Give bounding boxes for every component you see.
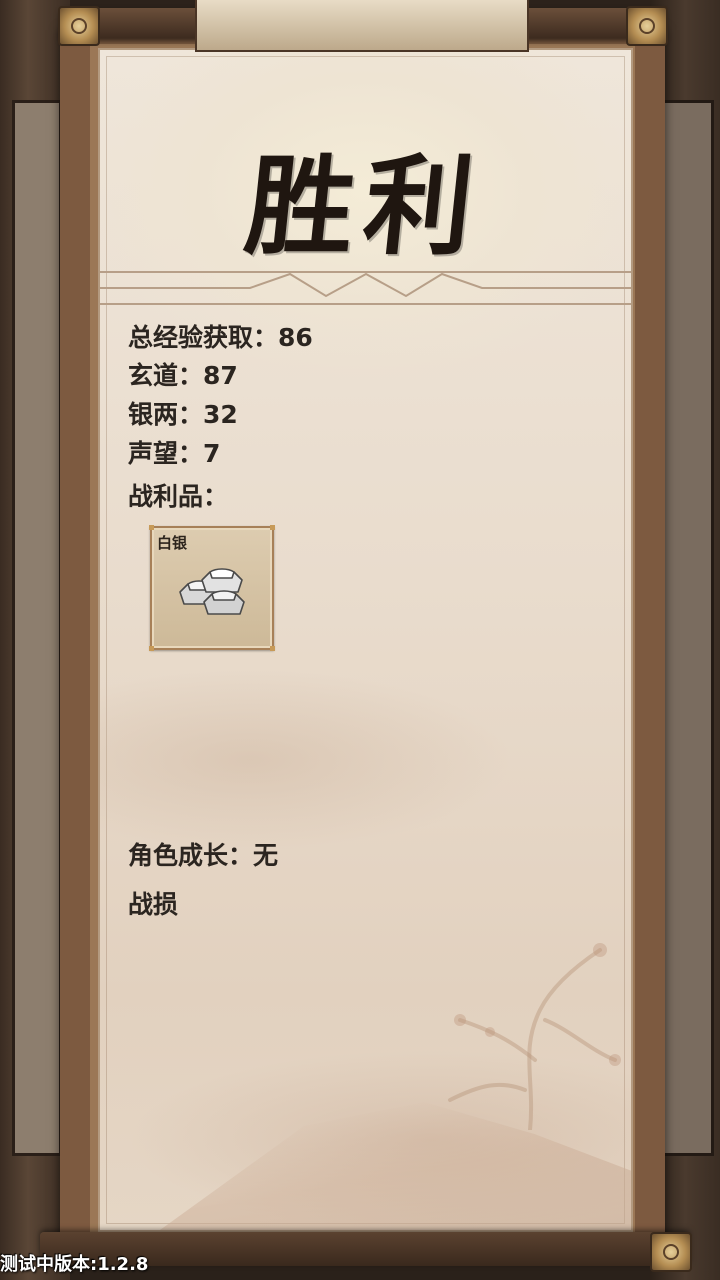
title-divider bbox=[100, 271, 631, 305]
xuandao-text: 玄道：87 bbox=[128, 361, 238, 390]
loot-label: 战利品： bbox=[128, 482, 229, 511]
battle-losses-text: 战损 bbox=[128, 890, 179, 919]
scroll-knob-top-left bbox=[58, 6, 100, 46]
character-growth-text: 角色成长：无 bbox=[128, 841, 279, 870]
version-label: 测试中版本:1.2.8 bbox=[0, 1254, 149, 1275]
battle-result-screen: 胜利 总经验获取：86 玄道：87 银两：32 声望：7 战利品： 白银 角色成… bbox=[0, 0, 720, 1280]
silver-ingots-icon bbox=[179, 568, 245, 615]
total-exp-text: 总经验获取：86 bbox=[128, 323, 313, 352]
result-scroll-paper[interactable]: 胜利 总经验获取：86 玄道：87 银两：32 声望：7 战利品： 白银 角色成… bbox=[98, 48, 633, 1232]
loot-item-name: 白银 bbox=[157, 534, 188, 552]
silver-text: 银两：32 bbox=[128, 400, 238, 429]
loot-item-silver[interactable]: 白银 bbox=[149, 525, 275, 651]
plum-branch-decoration bbox=[448, 943, 621, 1130]
victory-title: 胜利 bbox=[239, 144, 490, 270]
reputation-text: 声望：7 bbox=[128, 439, 221, 468]
scroll-knob-top-right bbox=[626, 6, 668, 46]
scroll-knob-bottom-right bbox=[650, 1232, 692, 1272]
scroll-top-plate bbox=[195, 0, 529, 52]
scroll-frame: 胜利 总经验获取：86 玄道：87 银两：32 声望：7 战利品： 白银 角色成… bbox=[60, 30, 665, 1245]
